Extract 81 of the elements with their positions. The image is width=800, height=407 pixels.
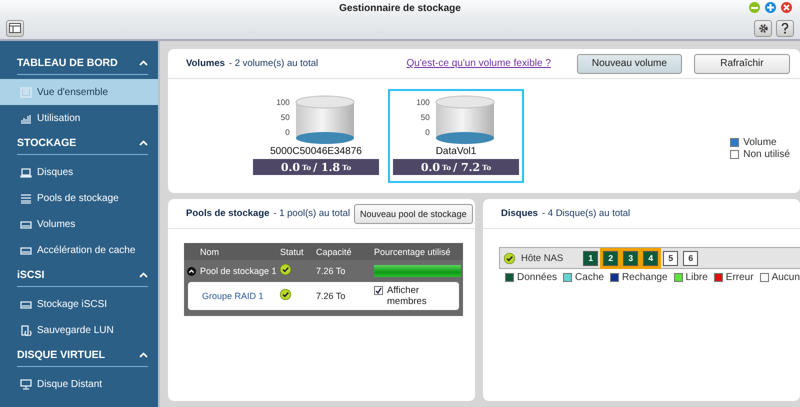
sidebar-item[interactable]: Accélération de cache bbox=[0, 237, 158, 263]
monitor-icon bbox=[20, 378, 32, 390]
panel-count: - 1 pool(s) au total bbox=[273, 208, 350, 219]
panel-count: - 2 volume(s) au total bbox=[228, 58, 318, 69]
legend-label: Libre bbox=[686, 272, 708, 283]
legend-label: Données bbox=[517, 272, 558, 283]
gear-icon bbox=[758, 22, 768, 34]
volume-name: 5000C50046E34876 bbox=[270, 146, 362, 157]
section-title: TABLEAU DE BORD bbox=[17, 57, 118, 69]
close-icon bbox=[783, 4, 790, 11]
section-title: iSCSI bbox=[17, 269, 44, 281]
legend-label: Non utilisé bbox=[743, 148, 790, 160]
checkbox[interactable] bbox=[374, 286, 383, 295]
sidebar-item[interactable]: Disque Distant bbox=[0, 371, 158, 397]
drive-icon bbox=[20, 244, 32, 256]
table-cell: Pool de stockage 1 bbox=[200, 266, 277, 276]
axis-tick-label: 100 bbox=[276, 97, 290, 108]
disk-slot[interactable]: 6 bbox=[683, 250, 698, 266]
plus-icon bbox=[767, 4, 774, 11]
backup-icon bbox=[20, 324, 32, 336]
sidebar-item[interactable]: Stockage iSCSI bbox=[0, 291, 158, 317]
column-header: Pourcentage utilisé bbox=[374, 246, 452, 256]
sidebar-item[interactable]: Sauvegarde LUN bbox=[0, 317, 158, 343]
collapse-caret-icon[interactable] bbox=[139, 140, 148, 146]
bar-chart-icon bbox=[20, 112, 32, 124]
panel-count: - 4 Disque(s) au total bbox=[542, 208, 630, 219]
legend-label: Rechange bbox=[622, 272, 668, 283]
sidebar-item[interactable]: Pools de stockage bbox=[0, 185, 158, 211]
new-pool-button[interactable]: Nouveau pool de stockage bbox=[354, 204, 473, 224]
disk-slot[interactable]: 1 bbox=[583, 250, 598, 266]
panel-button[interactable]: Nouveau volume bbox=[576, 54, 682, 74]
axis-tick-label: 0 bbox=[284, 127, 290, 138]
section-title: DISQUE VIRTUEL bbox=[17, 349, 106, 361]
sidebar-item[interactable]: Utilisation bbox=[0, 105, 158, 131]
question-mark-icon bbox=[781, 22, 789, 34]
cylinder-chart-drawing bbox=[294, 95, 356, 145]
panel-button[interactable]: Rafraîchir bbox=[694, 54, 790, 74]
table-cell-text: Groupe RAID 1 bbox=[201, 291, 265, 301]
table-cell-text: 7.26 To bbox=[316, 266, 346, 276]
laptop-icon bbox=[20, 166, 32, 178]
minus-icon bbox=[751, 6, 758, 8]
help-link[interactable]: Qu'est-ce qu'un volume fexible ? bbox=[406, 58, 551, 69]
maximize-button[interactable] bbox=[765, 2, 776, 13]
column-header: Nom bbox=[199, 246, 220, 256]
axis-tick-label: 50 bbox=[280, 112, 290, 123]
axis-tick-label: 100 bbox=[416, 97, 430, 108]
disk-slot[interactable]: 5 bbox=[663, 250, 678, 266]
column-header: Statut bbox=[280, 246, 305, 256]
list-icon bbox=[20, 192, 32, 204]
sidebar-toggle-button[interactable] bbox=[6, 20, 24, 36]
panel-title: Pools de stockage bbox=[186, 208, 270, 219]
checkbox-label: Afficher membres bbox=[387, 285, 428, 307]
legend-label: Volume bbox=[743, 136, 777, 148]
collapse-caret-icon[interactable] bbox=[139, 272, 148, 278]
panel-title: Volumes bbox=[186, 58, 225, 69]
host-label: Hôte NAS bbox=[521, 252, 564, 264]
volume-name: DataVol1 bbox=[436, 146, 476, 157]
drive-icon bbox=[20, 218, 32, 230]
window-title: Gestionnaire de stockage bbox=[339, 3, 461, 14]
collapse-caret-icon[interactable] bbox=[139, 60, 148, 66]
section-title: STOCKAGE bbox=[17, 137, 76, 149]
drive-icon bbox=[20, 298, 32, 310]
legend-label: Aucun bbox=[772, 272, 800, 283]
collapse-caret-icon[interactable] bbox=[139, 352, 148, 358]
panel-title: Disques bbox=[501, 208, 538, 219]
settings-button[interactable] bbox=[754, 20, 772, 36]
help-button[interactable] bbox=[776, 20, 794, 36]
axis-tick-label: 50 bbox=[420, 112, 430, 123]
table-cell-text: 7.26 To bbox=[316, 291, 346, 301]
legend-label: Erreur bbox=[726, 272, 754, 283]
table-icon bbox=[20, 86, 32, 98]
legend-label: Cache bbox=[575, 272, 604, 283]
cylinder-chart-drawing bbox=[434, 95, 496, 145]
column-header: Capacité bbox=[316, 246, 353, 256]
sidebar-item[interactable]: Disques bbox=[0, 159, 158, 185]
window-icon bbox=[9, 23, 21, 33]
sidebar-item[interactable]: Volumes bbox=[0, 211, 158, 237]
collapse-toggle-icon[interactable] bbox=[187, 266, 196, 276]
sidebar-item[interactable]: Vue d'ensemble bbox=[0, 79, 158, 105]
close-button[interactable] bbox=[781, 2, 792, 13]
axis-tick-label: 0 bbox=[424, 127, 430, 138]
